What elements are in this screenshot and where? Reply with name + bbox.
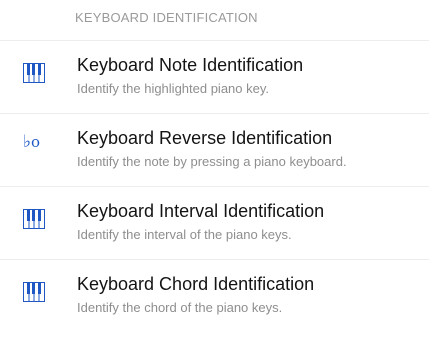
piano-keyboard-icon	[23, 282, 45, 302]
exercise-list: Keyboard Note Identification Identify th…	[0, 41, 429, 332]
list-item-keyboard-reverse-identification[interactable]: ♭o Keyboard Reverse Identification Ident…	[0, 114, 429, 187]
item-subtitle: Identify the note by pressing a piano ke…	[77, 154, 347, 169]
list-item-keyboard-chord-identification[interactable]: Keyboard Chord Identification Identify t…	[0, 260, 429, 332]
item-title: Keyboard Note Identification	[77, 55, 304, 75]
list-item-keyboard-note-identification[interactable]: Keyboard Note Identification Identify th…	[0, 41, 429, 114]
item-subtitle: Identify the highlighted piano key.	[77, 81, 270, 96]
item-subtitle: Identify the chord of the piano keys.	[77, 300, 283, 315]
item-title: Keyboard Interval Identification	[77, 201, 325, 221]
item-title: Keyboard Chord Identification	[77, 274, 315, 294]
piano-keyboard-icon	[23, 209, 45, 229]
flat-note-icon: ♭o	[23, 132, 41, 152]
section-header: KEYBOARD IDENTIFICATION	[75, 10, 258, 25]
item-subtitle: Identify the interval of the piano keys.	[77, 227, 292, 242]
list-item-keyboard-interval-identification[interactable]: Keyboard Interval Identification Identif…	[0, 187, 429, 260]
item-title: Keyboard Reverse Identification	[77, 128, 333, 148]
piano-keyboard-icon	[23, 63, 45, 83]
